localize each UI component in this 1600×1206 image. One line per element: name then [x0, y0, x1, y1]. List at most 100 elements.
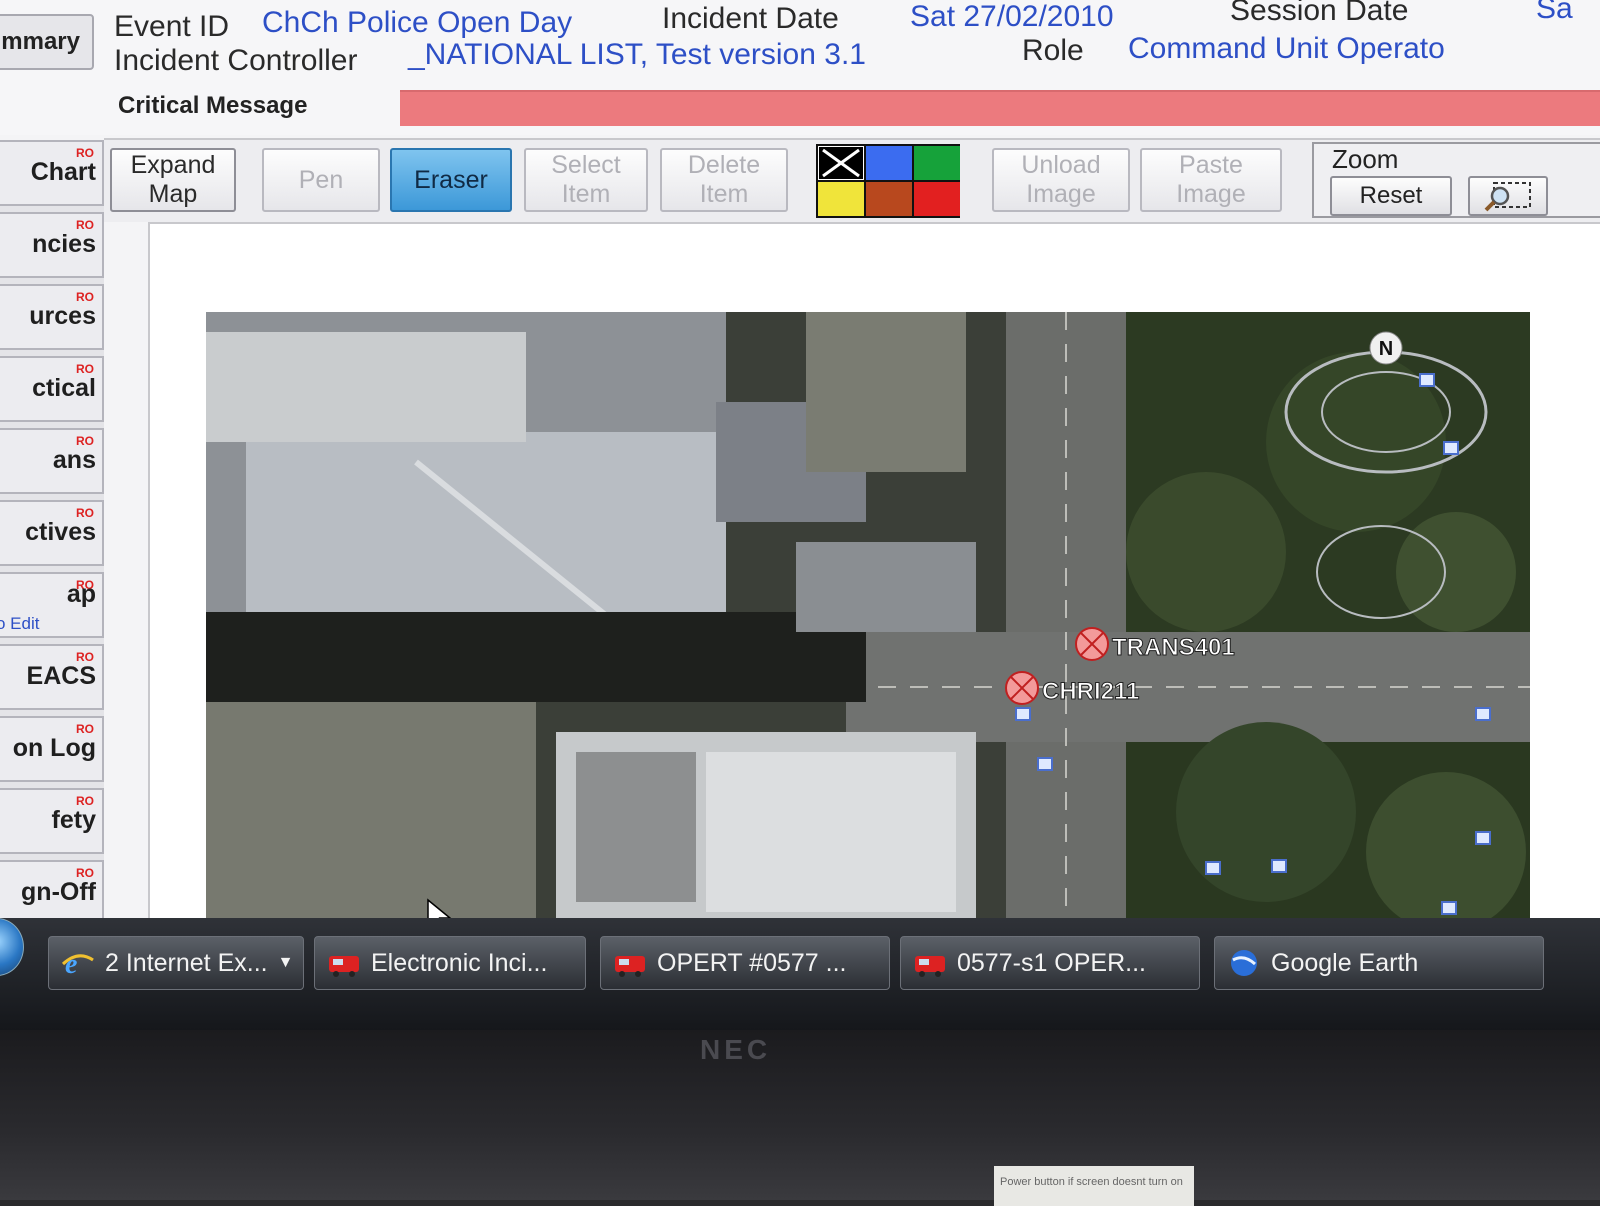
unload-image-line2: Image: [1026, 180, 1096, 208]
internet-explorer-icon: e: [61, 949, 94, 978]
delete-item-button[interactable]: Delete Item: [660, 148, 788, 212]
map-toolbar: Expand Map Pen Eraser Select Item Delete…: [104, 138, 1600, 222]
magnifier-select-icon: [1484, 182, 1531, 212]
sidebar-item-eacs[interactable]: RO EACS: [0, 644, 104, 710]
sidebar-item-label: ctical: [32, 374, 96, 402]
event-id-value: ChCh Police Open Day: [262, 6, 573, 39]
zoom-area-button[interactable]: [1468, 176, 1548, 216]
select-item-line2: Item: [561, 180, 611, 208]
pen-button[interactable]: Pen: [262, 148, 380, 212]
taskbar-item-google-earth[interactable]: Google Earth: [1214, 936, 1544, 990]
windows-taskbar: e 2 Internet Ex... ▼ Electronic Inci... …: [0, 918, 1600, 1030]
svg-text:e: e: [65, 949, 77, 978]
sidebar-item-tactical[interactable]: RO ctical: [0, 356, 104, 422]
taskbar-item-internet-explorer[interactable]: e 2 Internet Ex... ▼: [48, 936, 304, 990]
zoom-reset-label: Reset: [1359, 182, 1423, 209]
color-swatch-blue[interactable]: [866, 146, 912, 180]
taskbar-item-label: OPERT #0577 ...: [657, 948, 847, 977]
sidebar-item-sublabel: o Edit: [0, 614, 40, 633]
google-earth-icon: [1231, 950, 1257, 976]
aerial-map[interactable]: N TRANS401 CHRI211: [206, 312, 1530, 928]
select-item-button[interactable]: Select Item: [524, 148, 648, 212]
fire-truck-icon: [329, 956, 359, 977]
sidebar-item-label: ctives: [25, 518, 96, 546]
role-label: Role: [1022, 34, 1084, 67]
role-value: Command Unit Operato: [1128, 32, 1445, 65]
unload-image-button[interactable]: Unload Image: [992, 148, 1130, 212]
color-swatch-brown[interactable]: [866, 182, 912, 216]
start-button[interactable]: [0, 918, 24, 976]
zoom-label: Zoom: [1332, 144, 1399, 174]
taskbar-item-label: Google Earth: [1271, 948, 1419, 977]
taskbar-item-label: 2 Internet Ex...: [105, 948, 268, 977]
sidebar-item-agencies[interactable]: RO ncies: [0, 212, 104, 278]
monitor-bezel: NEC Power button if screen doesnt turn o…: [0, 1030, 1600, 1206]
sidebar-item-label: urces: [29, 302, 96, 330]
unload-image-line1: Unload: [1021, 151, 1101, 180]
eraser-button[interactable]: Eraser: [390, 148, 512, 212]
north-indicator: N: [1379, 338, 1393, 360]
sidebar-item-chart[interactable]: RO Chart: [0, 140, 104, 206]
color-swatch-yellow[interactable]: [818, 182, 864, 216]
delete-item-line2: Item: [699, 180, 749, 208]
sidebar-item-label: EACS: [26, 662, 96, 690]
fire-truck-icon: [615, 956, 645, 977]
paste-image-line1: Paste: [1179, 151, 1243, 180]
event-id-label: Event ID: [114, 10, 230, 43]
incident-header: mmary Event ID ChCh Police Open Day Inci…: [0, 0, 1600, 135]
monitor-brand-logo: NEC: [700, 1034, 772, 1065]
expand-map-button[interactable]: Expand Map: [110, 148, 236, 212]
incident-date-value: Sat 27/02/2010: [910, 0, 1114, 33]
delete-item-line1: Delete: [687, 151, 761, 180]
eraser-label: Eraser: [414, 165, 488, 194]
marker-label: TRANS401: [1112, 634, 1235, 661]
x-selected-icon: [822, 148, 860, 178]
color-swatch-black[interactable]: [818, 146, 864, 180]
paste-image-button[interactable]: Paste Image: [1140, 148, 1282, 212]
taskbar-item-label: 0577-s1 OPER...: [957, 948, 1146, 977]
sidebar-item-label: on Log: [12, 734, 96, 762]
incident-controller-label: Incident Controller: [114, 44, 358, 77]
pen-label: Pen: [298, 165, 344, 194]
incident-date-label: Incident Date: [662, 2, 839, 35]
session-date-value: Sa: [1536, 0, 1573, 25]
marker-label: CHRI211: [1042, 678, 1139, 705]
taskbar-item-0577-s1-oper[interactable]: 0577-s1 OPER...: [900, 936, 1200, 990]
zoom-group: Zoom Reset: [1312, 142, 1600, 218]
aerial-photo-image: N TRANS401 CHRI211: [206, 312, 1530, 928]
application-screen: mmary Event ID ChCh Police Open Day Inci…: [0, 0, 1600, 1030]
paste-image-line2: Image: [1176, 180, 1246, 208]
monitor-sticker: Power button if screen doesnt turn on: [994, 1166, 1194, 1206]
sidebar-item-plans[interactable]: RO ans: [0, 428, 104, 494]
sidebar-item-action-log[interactable]: RO on Log: [0, 716, 104, 782]
expand-map-line1: Expand: [130, 151, 216, 180]
session-date-label: Session Date: [1230, 0, 1409, 27]
critical-message-label: Critical Message: [118, 92, 308, 119]
fire-truck-icon: [915, 956, 945, 977]
chevron-down-icon: ▼: [277, 954, 294, 971]
summary-tab[interactable]: mmary: [0, 14, 94, 70]
taskbar-item-label: Electronic Inci...: [371, 948, 548, 977]
sidebar-item-resources[interactable]: RO urces: [0, 284, 104, 350]
sidebar-item-label: ncies: [32, 230, 96, 258]
sidebar-item-label: gn-Off: [21, 878, 96, 906]
sidebar-item-safety[interactable]: RO fety: [0, 788, 104, 854]
sidebar-item-label: fety: [51, 806, 96, 834]
critical-message-bar: [400, 90, 1600, 126]
sidebar-item-map[interactable]: RO ap o Edit: [0, 572, 104, 638]
expand-map-line2: Map: [148, 180, 198, 208]
incident-controller-value: _NATIONAL LIST, Test version 3.1: [408, 38, 866, 71]
sidebar-item-objectives[interactable]: RO ctives: [0, 500, 104, 566]
sidebar-item-label: ans: [52, 446, 96, 474]
select-item-line1: Select: [551, 151, 621, 180]
color-swatch-green[interactable]: [914, 146, 960, 180]
sidebar-item-label: Chart: [30, 158, 96, 186]
color-swatch-red[interactable]: [914, 182, 960, 216]
sidebar-item-sign-off[interactable]: RO gn-Off: [0, 860, 104, 926]
zoom-reset-button[interactable]: Reset: [1330, 176, 1452, 216]
taskbar-item-opert-0577[interactable]: OPERT #0577 ...: [600, 936, 890, 990]
navigation-sidebar: RO Chart RO ncies RO urces RO ctical RO …: [0, 140, 104, 926]
sidebar-item-label: ap: [66, 580, 96, 608]
color-palette: [816, 144, 960, 218]
taskbar-item-electronic-incident[interactable]: Electronic Inci...: [314, 936, 586, 990]
